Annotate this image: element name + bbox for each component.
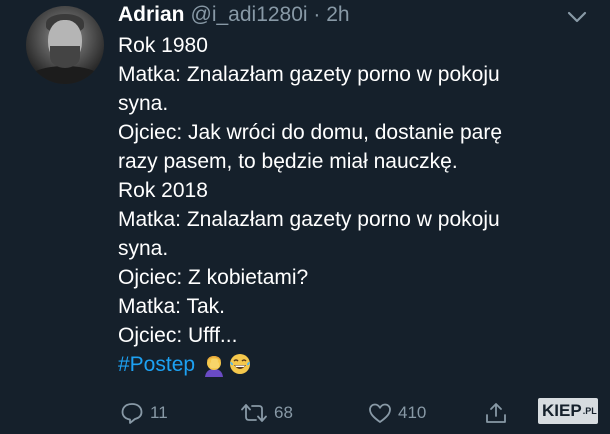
retweet-icon (241, 404, 267, 422)
hashtag-row: #Postep (118, 350, 588, 379)
author-handle-time[interactable]: @i_adi1280i · 2h (191, 3, 350, 27)
retweet-button[interactable]: 68 (240, 398, 293, 428)
share-icon (486, 403, 506, 423)
reply-count: 11 (150, 403, 168, 422)
reply-button[interactable]: 11 (120, 398, 168, 428)
hashtag-link[interactable]: #Postep (118, 350, 195, 379)
avatar[interactable] (26, 6, 104, 84)
retweet-count: 68 (274, 403, 293, 422)
tweet-header: Adrian @i_adi1280i · 2h (118, 3, 350, 31)
facepalm-emoji (203, 353, 225, 377)
tweet-line: razy pasem, to będzie miał nauczkę. (118, 150, 458, 173)
watermark-suffix: .PL (582, 406, 597, 416)
author-name[interactable]: Adrian (118, 3, 185, 27)
tweet-line: Ojciec: Ufff... (118, 324, 238, 347)
reply-icon (121, 403, 143, 424)
like-button[interactable]: 410 (368, 398, 426, 428)
tweet-line: syna. (118, 237, 169, 260)
tweet-line: Ojciec: Z kobietami? (118, 266, 309, 289)
tweet-actions: 11 68 410 (120, 398, 600, 428)
tweet-text: Rok 1980 Matka: Znalazłam gazety porno w… (118, 31, 588, 379)
tweet-line: Ojciec: Jak wróci do domu, dostanie parę (118, 121, 503, 144)
tweet-line: Rok 1980 (118, 34, 208, 57)
like-count: 410 (398, 403, 427, 422)
tweet-line: Matka: Znalazłam gazety porno w pokoju (118, 208, 500, 231)
site-watermark: KIEP .PL (538, 398, 598, 424)
tweet-line: Rok 2018 (118, 179, 208, 202)
tweet-line: Matka: Tak. (118, 295, 225, 318)
share-button[interactable] (484, 398, 508, 428)
like-icon (369, 403, 391, 423)
tweet-line: Matka: Znalazłam gazety porno w pokoju (118, 63, 500, 86)
laughing-crying-emoji (229, 353, 251, 377)
watermark-text: KIEP (542, 401, 582, 420)
chevron-down-icon[interactable] (566, 10, 588, 24)
tweet-line: syna. (118, 92, 169, 115)
